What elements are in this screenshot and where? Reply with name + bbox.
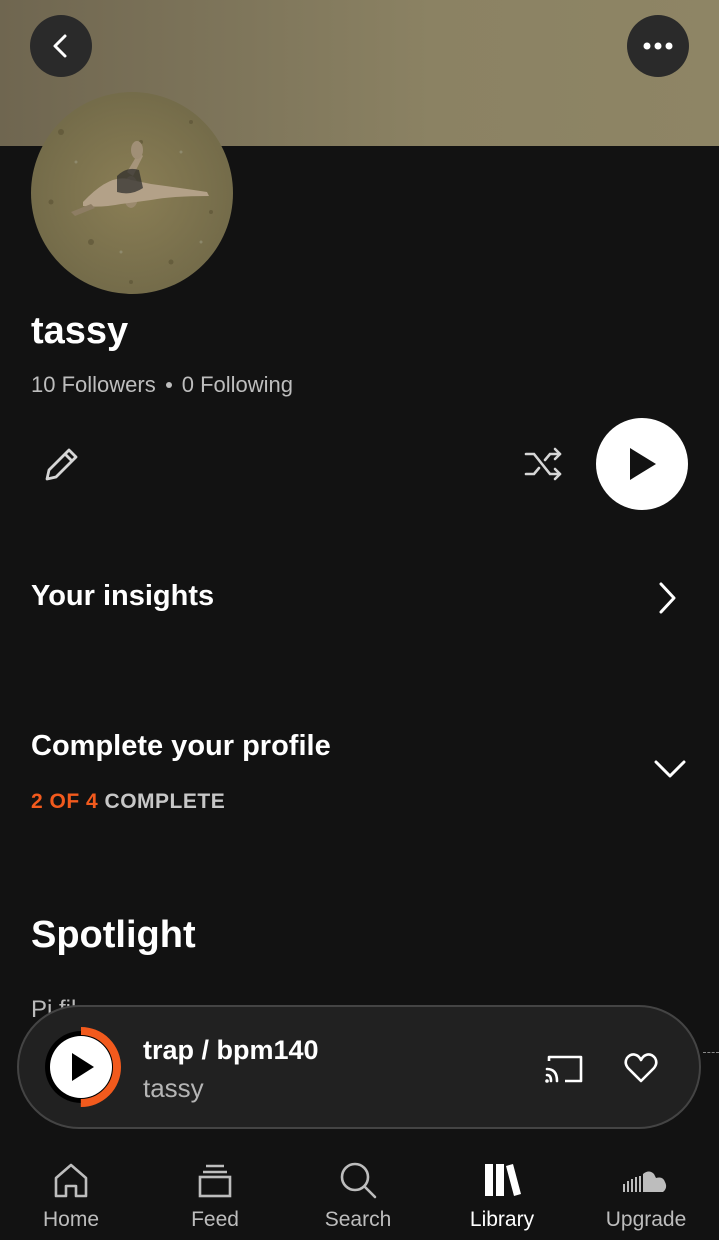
your-insights-label[interactable]: Your insights <box>31 580 214 613</box>
nav-library[interactable]: Library <box>432 1146 572 1240</box>
track-title: trap / bpm140 <box>143 1035 319 1065</box>
cast-icon <box>545 1055 583 1083</box>
profile-progress: 2 OF 4 COMPLETE <box>31 790 225 814</box>
search-icon <box>340 1162 377 1199</box>
profile-username: tassy <box>31 310 129 352</box>
progress-count: 2 OF 4 <box>31 790 99 813</box>
following-count[interactable]: 0 Following <box>182 372 293 398</box>
nav-search[interactable]: Search <box>288 1146 428 1240</box>
nav-home-label: Home <box>42 1208 100 1231</box>
separator-dot <box>165 382 172 388</box>
feed-icon <box>198 1164 232 1198</box>
library-icon <box>485 1164 521 1196</box>
nav-library-label: Library <box>469 1208 535 1231</box>
shuffle-icon <box>524 447 562 481</box>
play-icon <box>630 448 656 480</box>
nav-home[interactable]: Home <box>1 1146 141 1240</box>
chevron-down-icon <box>654 760 686 778</box>
nav-feed[interactable]: Feed <box>145 1146 285 1240</box>
mini-player[interactable]: trap / bpm140 tassy <box>17 1005 701 1129</box>
chevron-left-icon <box>53 34 67 58</box>
nav-upgrade-label: Upgrade <box>605 1208 687 1231</box>
soundcloud-icon <box>623 1171 667 1192</box>
track-artist: tassy <box>143 1073 204 1103</box>
cast-button[interactable] <box>543 1051 585 1092</box>
spotlight-title: Spotlight <box>31 914 196 956</box>
more-options-button[interactable] <box>627 15 689 77</box>
shuffle-button[interactable] <box>522 444 566 484</box>
more-horizontal-icon <box>643 42 673 50</box>
heart-icon <box>624 1053 658 1083</box>
complete-profile-title[interactable]: Complete your profile <box>31 730 331 763</box>
follow-stats: 10 Followers 0 Following <box>31 372 293 398</box>
bottom-nav: Home Feed Search Library Upgrade <box>0 1146 719 1240</box>
complete-profile-toggle[interactable] <box>652 756 688 787</box>
back-button[interactable] <box>30 15 92 77</box>
avatar[interactable] <box>31 92 233 294</box>
mini-play-button[interactable] <box>41 1027 121 1107</box>
home-icon <box>54 1163 88 1198</box>
pencil-icon <box>45 448 78 481</box>
nav-feed-label: Feed <box>191 1208 239 1231</box>
followers-count[interactable]: 10 Followers <box>31 372 156 398</box>
chevron-right-icon <box>659 582 676 614</box>
edit-profile-button[interactable] <box>40 442 84 486</box>
nav-search-label: Search <box>324 1208 392 1231</box>
nav-upgrade[interactable]: Upgrade <box>576 1146 716 1240</box>
progress-word: COMPLETE <box>104 790 226 813</box>
insights-chevron[interactable] <box>652 580 682 621</box>
play-button[interactable] <box>596 418 688 510</box>
divider <box>703 1052 719 1053</box>
like-button[interactable] <box>623 1051 659 1090</box>
